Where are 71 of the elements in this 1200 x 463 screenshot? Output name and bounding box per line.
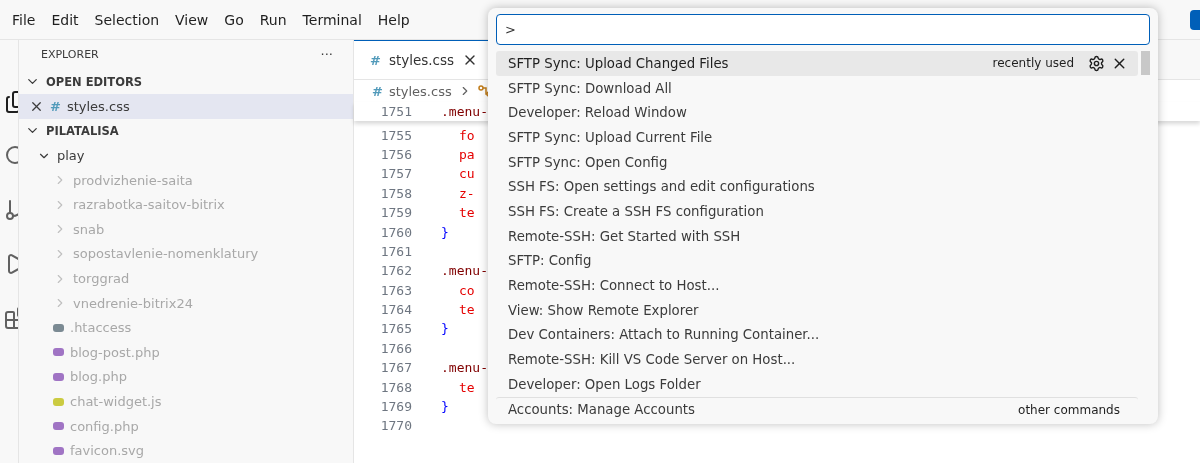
tab-title: styles.css xyxy=(388,52,455,68)
menu-item[interactable]: Edit xyxy=(43,11,87,28)
account-button[interactable] xyxy=(1190,10,1200,30)
code-text: } xyxy=(441,321,449,337)
line-number: 1766 xyxy=(379,340,412,356)
section-header[interactable]: OPEN EDITORS xyxy=(46,74,143,89)
tree-item[interactable]: play xyxy=(57,148,85,164)
settings-icon[interactable] xyxy=(1088,54,1105,72)
menu-item[interactable]: File xyxy=(4,11,44,28)
code-text: .menu- xyxy=(441,104,488,120)
line-number: 1759 xyxy=(379,205,412,221)
line-number: 1751 xyxy=(379,104,412,120)
breadcrumb-item[interactable]: styles.css xyxy=(388,83,452,99)
code-text: fo xyxy=(459,127,475,143)
line-number: 1760 xyxy=(379,224,412,240)
menu-item[interactable]: Selection xyxy=(86,11,168,28)
line-number: 1768 xyxy=(379,379,412,395)
code-text: co xyxy=(459,282,475,298)
more-button[interactable]: ··· xyxy=(320,47,333,63)
scrollbar-thumb[interactable] xyxy=(1141,51,1150,75)
sidebar-title: EXPLORER xyxy=(41,48,99,62)
command-item[interactable]: SFTP Sync: Upload Current File xyxy=(496,125,1138,150)
code-text: .menu- xyxy=(441,360,488,376)
hash-icon: # xyxy=(370,52,381,68)
code-text: } xyxy=(441,399,449,415)
menu-item[interactable]: Run xyxy=(251,11,295,28)
code-text: z- xyxy=(459,185,475,201)
command-item[interactable]: SFTP Sync: Open Config xyxy=(496,149,1138,175)
hash-icon: # xyxy=(372,83,383,99)
line-number: 1770 xyxy=(379,418,412,434)
code-text: } xyxy=(441,224,449,240)
line-number: 1755 xyxy=(379,127,412,143)
menu-item[interactable]: Go xyxy=(216,11,252,28)
section-header[interactable]: PILATALISA xyxy=(46,124,119,138)
command-item[interactable]: Remote-SSH: Kill VS Code Server on Host... xyxy=(496,347,1138,372)
line-number: 1761 xyxy=(379,243,412,259)
line-number: 1767 xyxy=(379,360,412,376)
line-number: 1756 xyxy=(379,146,412,162)
command-item[interactable]: SFTP: Config xyxy=(496,248,1138,274)
code-text: te xyxy=(459,379,475,395)
line-number: 1758 xyxy=(379,185,412,201)
command-item[interactable]: SFTP Sync: Upload Changed Files recently used xyxy=(496,51,1138,76)
code-text: .menu- xyxy=(441,263,488,279)
line-number: 1763 xyxy=(379,282,412,298)
command-item[interactable]: SSH FS: Open settings and edit configurations xyxy=(496,174,1138,200)
command-item[interactable]: Remote-SSH: Get Started with SSH xyxy=(496,223,1138,249)
menu-item[interactable]: Terminal xyxy=(294,11,370,28)
line-number: 1757 xyxy=(379,166,412,182)
command-item[interactable]: Remote-SSH: Connect to Host... xyxy=(496,273,1138,298)
command-item[interactable]: Dev Containers: Attach to Running Container... xyxy=(496,322,1138,348)
code-text: cu xyxy=(459,166,475,182)
open-editor-item[interactable]: # styles.css xyxy=(19,94,353,119)
line-number: 1762 xyxy=(379,263,412,279)
command-item[interactable]: SFTP Sync: Download All xyxy=(496,75,1138,101)
code-text: te xyxy=(459,302,475,318)
file-name: styles.css xyxy=(66,98,130,114)
command-input[interactable]: > xyxy=(496,14,1150,45)
command-item[interactable]: View: Show Remote Explorer xyxy=(496,297,1138,323)
command-item[interactable]: Developer: Open Logs Folder xyxy=(496,371,1138,397)
line-number: 1765 xyxy=(379,321,412,337)
line-number: 1769 xyxy=(379,399,412,415)
code-text: pa xyxy=(459,146,475,162)
editor-tab[interactable]: # styles.css xyxy=(354,40,491,79)
hash-icon: # xyxy=(50,98,61,114)
line-number: 1764 xyxy=(379,302,412,318)
command-item[interactable]: SSH FS: Create a SSH FS configuration xyxy=(496,199,1138,224)
menu-item[interactable]: View xyxy=(167,11,217,28)
code-text: te xyxy=(459,205,475,221)
command-item[interactable]: Developer: Reload Window xyxy=(496,100,1138,126)
menu-item[interactable]: Help xyxy=(369,11,418,28)
command-item[interactable]: Accounts: Manage Accounts other commands xyxy=(496,396,1138,423)
